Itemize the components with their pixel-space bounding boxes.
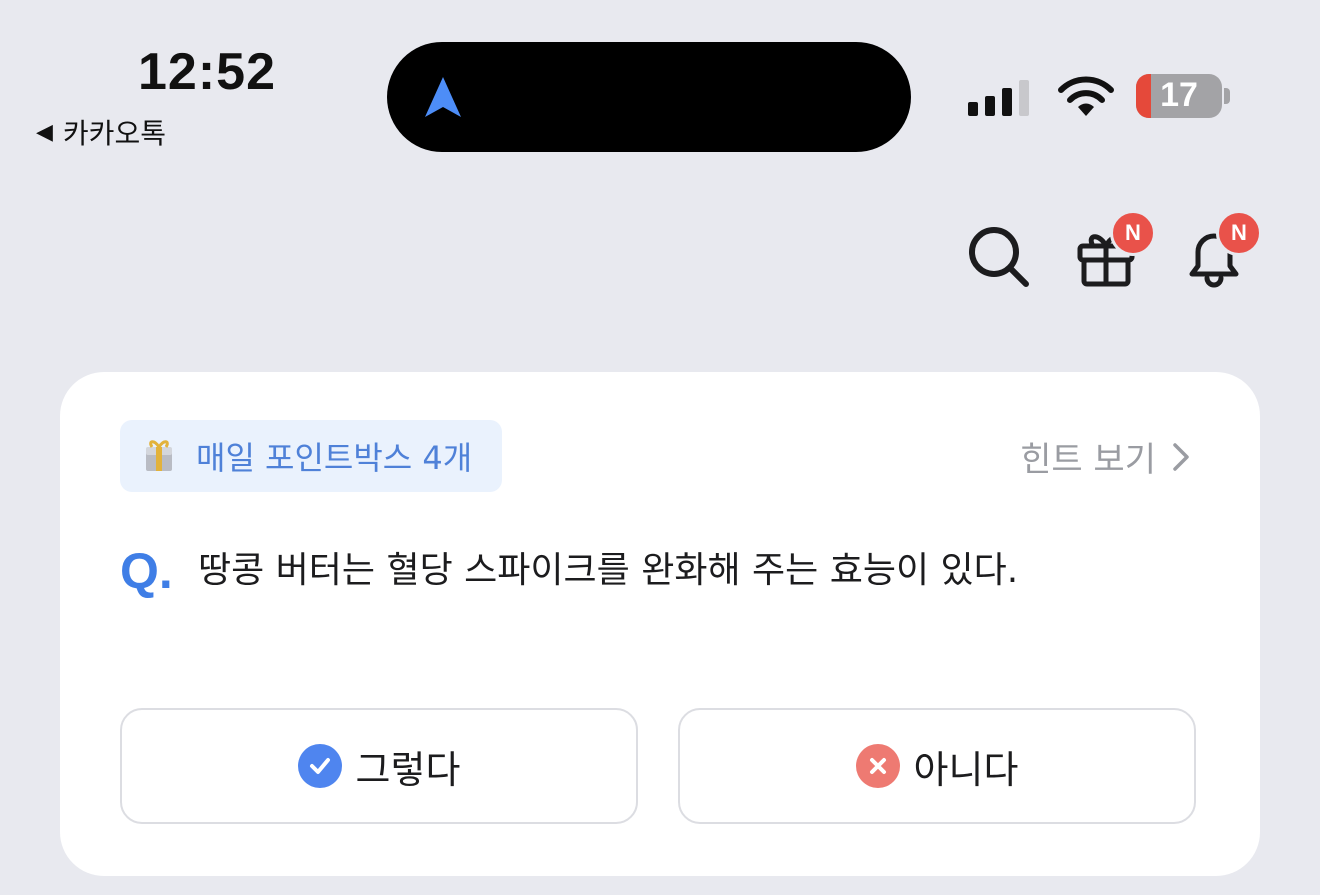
yes-button[interactable]: 그렇다 — [120, 708, 638, 824]
back-to-app-link[interactable]: ◀ 카카오톡 — [36, 112, 166, 152]
search-icon[interactable] — [964, 222, 1034, 292]
wifi-icon — [1058, 76, 1114, 116]
status-time: 12:52 — [138, 43, 276, 101]
chevron-right-icon — [1173, 442, 1189, 471]
no-label: 아니다 — [913, 747, 1019, 792]
question-text: 땅콩 버터는 혈당 스파이크를 완화해 주는 효능이 있다. — [198, 550, 1019, 591]
yes-label: 그렇다 — [355, 747, 461, 792]
points-label: 매일 포인트박스 4개 — [196, 439, 473, 477]
notifications-button[interactable]: N — [1180, 210, 1262, 292]
battery-tip — [1224, 88, 1230, 104]
question-marker: Q. — [120, 543, 173, 599]
cellular-signal-icon — [968, 80, 1029, 116]
bell-new-badge: N — [1216, 210, 1262, 256]
gift-new-badge: N — [1110, 210, 1156, 256]
gift-button[interactable]: N — [1072, 210, 1156, 292]
x-circle-icon — [855, 744, 900, 788]
back-app-label: 카카오톡 — [62, 117, 166, 150]
navigation-arrow-icon — [425, 77, 461, 117]
battery-icon: 17 — [1136, 74, 1222, 118]
dynamic-island — [387, 42, 911, 152]
battery-level: 17 — [1160, 76, 1198, 114]
back-triangle-icon: ◀ — [36, 119, 53, 145]
gift-box-icon — [146, 440, 172, 471]
daily-pointbox-pill: 매일 포인트박스 4개 — [120, 420, 503, 492]
hint-link[interactable]: 힌트 보기 — [1020, 432, 1190, 481]
hint-label: 힌트 보기 — [1020, 440, 1156, 480]
check-circle-icon — [297, 744, 342, 788]
no-button[interactable]: 아니다 — [678, 708, 1196, 824]
quiz-card: 매일 포인트박스 4개 힌트 보기 Q. 땅콩 버터는 혈당 스파이크를 완화해… — [60, 372, 1260, 876]
